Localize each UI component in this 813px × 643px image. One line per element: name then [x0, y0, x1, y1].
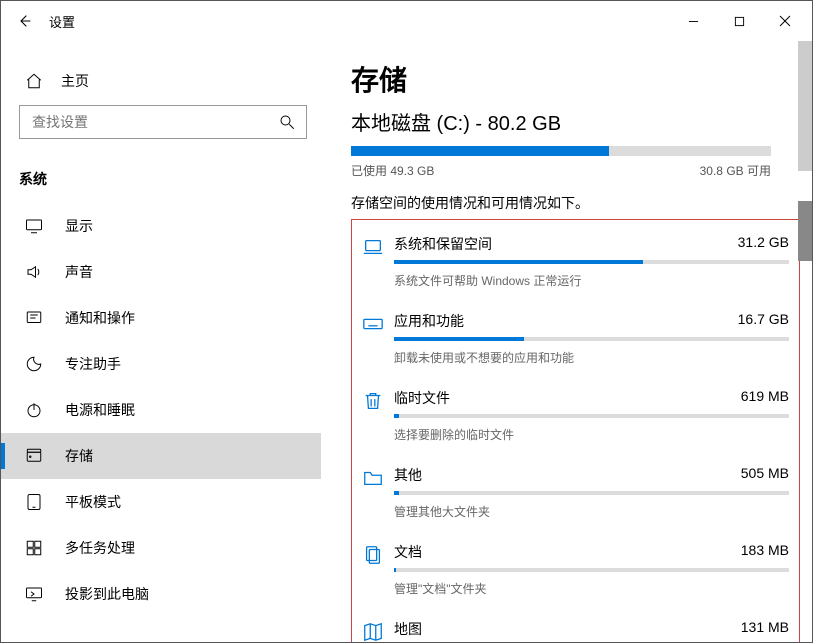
- usage-intro: 存储空间的使用情况和可用情况如下。: [351, 193, 800, 213]
- folder-icon: [362, 467, 388, 492]
- home-label: 主页: [61, 71, 89, 91]
- nav-sound[interactable]: 声音: [1, 249, 321, 295]
- titlebar: 设置: [1, 1, 812, 41]
- nav-tablet[interactable]: 平板模式: [1, 479, 321, 525]
- cat-bar: [394, 414, 789, 418]
- nav-focus-assist[interactable]: 专注助手: [1, 341, 321, 387]
- nav-display[interactable]: 显示: [1, 203, 321, 249]
- tablet-icon: [25, 493, 43, 511]
- home-nav[interactable]: 主页: [1, 61, 321, 101]
- sound-icon: [25, 263, 43, 281]
- category-maps[interactable]: 地图131 MB 删除离线地图或更改其位置: [362, 611, 789, 642]
- nav-storage[interactable]: 存储: [1, 433, 321, 479]
- nav-label: 电源和睡眠: [65, 400, 135, 420]
- cat-desc: 卸载未使用或不想要的应用和功能: [394, 349, 789, 366]
- nav-label: 存储: [65, 446, 93, 466]
- cat-size: 619 MB: [741, 388, 789, 408]
- cat-name: 系统和保留空间: [394, 234, 492, 254]
- cat-bar: [394, 260, 789, 264]
- nav-label: 多任务处理: [65, 538, 135, 558]
- storage-icon: [25, 447, 43, 465]
- cat-size: 16.7 GB: [738, 311, 789, 331]
- nav-label: 声音: [65, 262, 93, 282]
- keyboard-icon: [362, 313, 388, 338]
- nav-multitask[interactable]: 多任务处理: [1, 525, 321, 571]
- cat-desc: 选择要删除的临时文件: [394, 426, 789, 443]
- cat-bar: [394, 337, 789, 341]
- category-system[interactable]: 系统和保留空间 31.2 GB 系统文件可帮助 Windows 正常运行: [362, 226, 789, 303]
- focus-icon: [25, 355, 43, 373]
- cat-size: 183 MB: [741, 542, 789, 562]
- cat-bar: [394, 568, 789, 572]
- maximize-button[interactable]: [716, 1, 762, 41]
- search-box[interactable]: [19, 105, 307, 139]
- minimize-button[interactable]: [670, 1, 716, 41]
- nav-list: 显示 声音 通知和操作 专注助手 电源和睡眠: [1, 203, 321, 617]
- category-apps[interactable]: 应用和功能 16.7 GB 卸载未使用或不想要的应用和功能: [362, 303, 789, 380]
- multitask-icon: [25, 539, 43, 557]
- nav-group-title: 系统: [1, 151, 321, 203]
- scrollbar-thumb[interactable]: [798, 201, 812, 261]
- notifications-icon: [25, 309, 43, 327]
- settings-window: 设置 主页: [0, 0, 813, 643]
- laptop-icon: [362, 236, 388, 261]
- back-button[interactable]: [5, 1, 45, 41]
- search-input[interactable]: [30, 113, 260, 131]
- cat-name: 文档: [394, 542, 422, 562]
- disk-usage-bar: [351, 146, 771, 156]
- main-content: 存储 本地磁盘 (C:) - 80.2 GB 已使用 49.3 GB 30.8 …: [321, 41, 812, 642]
- used-label: 已使用 49.3 GB: [351, 162, 434, 179]
- search-icon: [278, 113, 296, 131]
- category-other[interactable]: 其他 505 MB 管理其他大文件夹: [362, 457, 789, 534]
- cat-size: 505 MB: [741, 465, 789, 485]
- power-icon: [25, 401, 43, 419]
- close-button[interactable]: [762, 1, 808, 41]
- project-icon: [25, 585, 43, 603]
- nav-label: 通知和操作: [65, 308, 135, 328]
- cat-desc: 系统文件可帮助 Windows 正常运行: [394, 272, 789, 289]
- cat-bar: [394, 491, 789, 495]
- disk-usage-fill: [351, 146, 609, 156]
- sidebar: 主页 系统 显示 声音: [1, 41, 321, 642]
- cat-name: 地图: [394, 619, 422, 639]
- cat-desc: 管理其他大文件夹: [394, 503, 789, 520]
- nav-notifications[interactable]: 通知和操作: [1, 295, 321, 341]
- cat-size: 131 MB: [741, 619, 789, 639]
- disk-title: 本地磁盘 (C:) - 80.2 GB: [351, 107, 800, 136]
- window-title: 设置: [49, 12, 75, 31]
- map-icon: [362, 621, 388, 642]
- scrollbar-track[interactable]: [798, 41, 812, 171]
- category-documents[interactable]: 文档 183 MB 管理"文档"文件夹: [362, 534, 789, 611]
- documents-icon: [362, 544, 388, 569]
- page-title: 存储: [351, 59, 800, 99]
- nav-projecting[interactable]: 投影到此电脑: [1, 571, 321, 617]
- display-icon: [25, 217, 43, 235]
- nav-power[interactable]: 电源和睡眠: [1, 387, 321, 433]
- nav-label: 显示: [65, 216, 93, 236]
- cat-size: 31.2 GB: [738, 234, 789, 254]
- nav-label: 平板模式: [65, 492, 121, 512]
- cat-name: 应用和功能: [394, 311, 464, 331]
- category-list: 系统和保留空间 31.2 GB 系统文件可帮助 Windows 正常运行 应用和功…: [351, 219, 800, 642]
- nav-label: 投影到此电脑: [65, 584, 149, 604]
- cat-desc: 管理"文档"文件夹: [394, 580, 789, 597]
- cat-name: 其他: [394, 465, 422, 485]
- cat-name: 临时文件: [394, 388, 450, 408]
- nav-label: 专注助手: [65, 354, 121, 374]
- free-label: 30.8 GB 可用: [700, 162, 771, 179]
- category-temp[interactable]: 临时文件 619 MB 选择要删除的临时文件: [362, 380, 789, 457]
- trash-icon: [362, 390, 388, 415]
- home-icon: [25, 72, 43, 90]
